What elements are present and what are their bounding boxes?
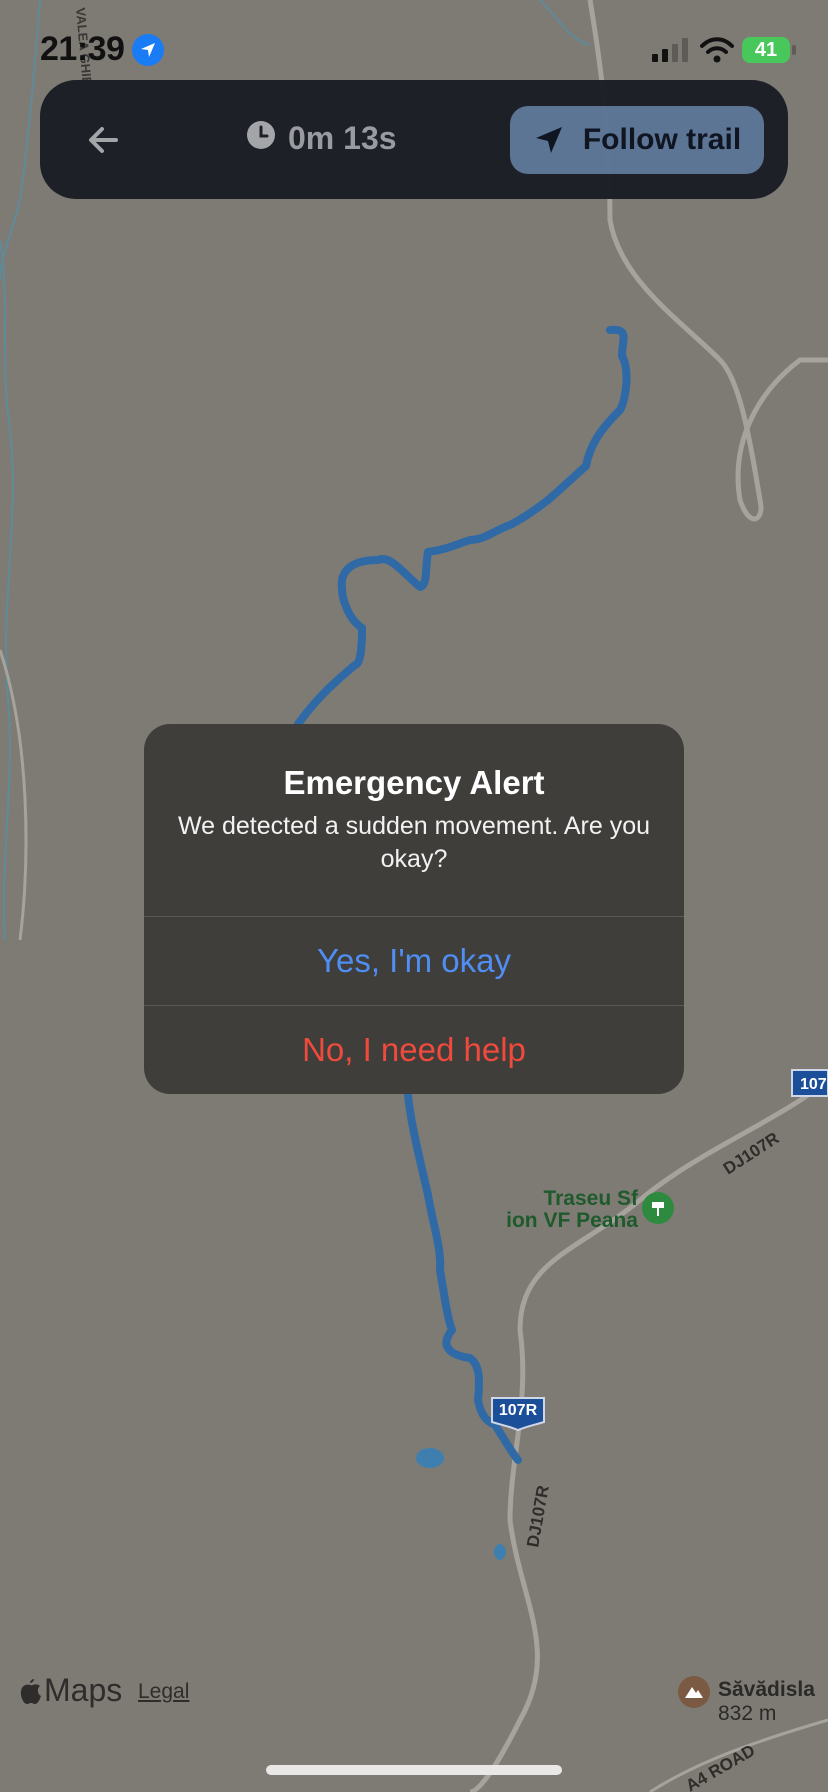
status-time: 21:39 [40,30,125,68]
home-indicator[interactable] [266,1765,562,1775]
poi-label-line1: Traseu Sf [543,1187,638,1210]
peak-name: Săvădisla [718,1678,815,1701]
battery-charging-icon: 41 [742,37,790,63]
road-shield-edge: 107 [788,1068,828,1104]
map-pond [494,1544,506,1560]
need-help-label: No, I need help [302,1031,526,1068]
elapsed-timer: 0m 13s [246,120,397,157]
follow-trail-button[interactable]: Follow trail [510,106,764,174]
emergency-alert-dialog: Emergency Alert We detected a sudden mov… [144,724,684,1094]
alert-title: Emergency Alert [283,764,545,801]
legal-link[interactable]: Legal [138,1680,189,1704]
cellular-signal-icon [652,38,688,62]
navigation-arrow-icon [535,127,562,153]
top-nav-bar: 0m 13s Follow trail [40,80,788,199]
alert-message: We detected a sudden movement. Are you o… [177,812,651,873]
map-pond [416,1448,444,1468]
apple-logo-icon [20,1678,41,1704]
need-help-button[interactable]: No, I need help [144,1006,684,1094]
peak-elevation: 832 m [718,1702,777,1725]
clock-icon [247,120,275,149]
road-shield-107r: 107R [488,1396,548,1432]
battery-cap [792,45,796,55]
location-arrow-icon [132,34,164,66]
yes-okay-label: Yes, I'm okay [316,942,511,979]
trailhead-icon[interactable] [642,1192,674,1224]
back-arrow-icon[interactable] [80,116,128,164]
wifi-icon [700,37,734,63]
poi-label[interactable]: Traseu Sf ion VF Peana [490,1188,638,1232]
maps-text: Maps [44,1672,123,1708]
road-shield-edge-label: 107 [800,1076,827,1093]
poi-label-line2: ion VF Peana [506,1209,638,1232]
apple-maps-logo: Maps [18,1672,122,1709]
road-shield-label: 107R [498,1402,538,1419]
follow-trail-label: Follow trail [582,123,742,156]
battery-level: 41 [754,39,778,61]
peak-label[interactable]: Săvădisla 832 m [718,1678,815,1726]
timer-value: 0m 13s [288,120,397,156]
mountain-peak-icon[interactable] [678,1676,710,1708]
yes-okay-button[interactable]: Yes, I'm okay [144,917,684,1005]
